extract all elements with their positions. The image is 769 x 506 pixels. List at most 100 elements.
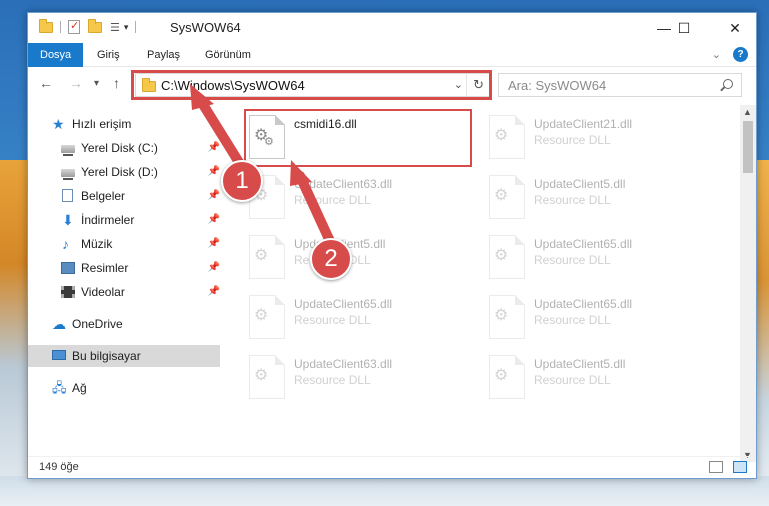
cloud-icon: ☁ xyxy=(52,316,66,332)
gear-icon: ⚙ xyxy=(494,307,509,324)
computer-icon xyxy=(52,350,66,360)
file-name: UpdateClient65.dll xyxy=(534,237,633,251)
tab-home[interactable]: Giriş xyxy=(85,43,132,67)
scroll-up-icon[interactable]: ▲ xyxy=(743,107,752,117)
tab-share[interactable]: Paylaş xyxy=(135,43,192,67)
file-type: Resource DLL xyxy=(294,373,371,387)
search-icon[interactable] xyxy=(723,79,733,89)
scroll-thumb[interactable] xyxy=(743,121,753,173)
sidebar-item-music[interactable]: ♪ Müzik 📌 xyxy=(28,233,220,255)
file-name: UpdateClient63.dll xyxy=(294,357,393,371)
step-badge-1: 1 xyxy=(221,160,263,202)
tab-view[interactable]: Görünüm xyxy=(193,43,263,67)
properties-icon[interactable] xyxy=(68,19,80,34)
new-folder-icon[interactable] xyxy=(88,18,102,33)
sidebar-item-label: Resimler xyxy=(81,261,129,275)
pin-icon[interactable]: 📌 xyxy=(208,281,220,303)
pictures-icon xyxy=(61,262,75,274)
sidebar-item-downloads[interactable]: ⬇ İndirmeler 📌 xyxy=(28,209,220,231)
sidebar-item-label: Videolar xyxy=(81,285,125,299)
sidebar-item-label: İndirmeler xyxy=(81,213,135,227)
sidebar-item-local-disk-d[interactable]: Yerel Disk (D:) 📌 xyxy=(28,161,220,183)
step-badge-2: 2 xyxy=(310,238,352,280)
sidebar-item-quick-access[interactable]: ★ Hızlı erişim xyxy=(28,113,220,135)
forward-arrow-icon[interactable]: → xyxy=(69,75,83,91)
back-arrow-icon[interactable]: ← xyxy=(39,75,53,91)
file-type: Resource DLL xyxy=(534,373,611,387)
file-highlight-box xyxy=(244,109,472,167)
window-title: SysWOW64 xyxy=(170,20,241,35)
file-name: UpdateClient21.dll xyxy=(534,117,633,131)
ribbon-expand-icon[interactable]: ⌄ xyxy=(712,48,721,61)
sidebar-item-onedrive[interactable]: ☁ OneDrive xyxy=(28,313,220,335)
file-item[interactable]: ⚙ UpdateClient65.dll Resource DLL xyxy=(244,291,479,343)
file-item[interactable]: ⚙ UpdateClient5.dll Resource DLL xyxy=(484,171,719,223)
file-name: UpdateClient5.dll xyxy=(534,357,626,371)
tab-file[interactable]: Dosya xyxy=(28,43,84,67)
gear-icon: ⚙ xyxy=(254,247,269,264)
gear-icon: ⚙ xyxy=(494,247,509,264)
explorer-window: ☰ ▾ SysWOW64 — ☐ ✕ Dosya Giriş Paylaş Gö… xyxy=(27,12,757,479)
search-input[interactable]: Ara: SysWOW64 xyxy=(498,73,742,97)
file-name: UpdateClient5.dll xyxy=(534,177,626,191)
file-item[interactable]: ⚙ UpdateClient65.dll Resource DLL xyxy=(484,231,719,283)
navigation-pane: ★ Hızlı erişim Yerel Disk (C:) 📌 Yerel D… xyxy=(28,105,220,455)
video-icon xyxy=(61,286,75,298)
navigation-bar: ← → ▾ ↑ C:\Windows\SysWOW64 ⌄ ↻ Ara: Sys… xyxy=(28,70,756,100)
pin-icon[interactable]: 📌 xyxy=(208,209,220,231)
sidebar-item-label: Ağ xyxy=(72,381,87,395)
sidebar-item-documents[interactable]: Belgeler 📌 xyxy=(28,185,220,207)
file-item[interactable]: ⚙ UpdateClient63.dll Resource DLL xyxy=(244,351,479,403)
title-bar: ☰ ▾ SysWOW64 — ☐ ✕ xyxy=(28,13,756,43)
sidebar-item-local-disk-c[interactable]: Yerel Disk (C:) 📌 xyxy=(28,137,220,159)
gear-icon: ⚙ xyxy=(494,127,509,144)
vertical-scrollbar[interactable]: ▲ ▼ xyxy=(740,105,756,462)
details-view-icon[interactable] xyxy=(709,461,723,473)
gear-icon: ⚙ xyxy=(254,367,269,384)
file-name: UpdateClient63.dll xyxy=(294,177,393,191)
customize-view-icon[interactable]: ☰ xyxy=(110,21,120,34)
search-placeholder: Ara: SysWOW64 xyxy=(508,78,607,93)
quick-access-toolbar: ☰ ▾ xyxy=(39,18,143,34)
file-item[interactable]: ⚙ UpdateClient5.dll Resource DLL xyxy=(244,231,479,283)
gear-icon: ⚙ xyxy=(494,187,509,204)
file-item[interactable]: ⚙ UpdateClient63.dll Resource DLL xyxy=(244,171,479,223)
music-icon: ♪ xyxy=(62,236,69,252)
help-icon[interactable]: ? xyxy=(733,47,748,62)
large-icons-view-icon[interactable] xyxy=(733,461,747,473)
sidebar-item-label: Hızlı erişim xyxy=(72,117,132,131)
file-item[interactable]: ⚙ UpdateClient21.dll Resource DLL xyxy=(484,111,719,163)
ribbon: Dosya Giriş Paylaş Görünüm ⌄ ? xyxy=(28,43,756,67)
file-name: UpdateClient65.dll xyxy=(294,297,393,311)
file-type: Resource DLL xyxy=(534,133,611,147)
sidebar-item-videos[interactable]: Videolar 📌 xyxy=(28,281,220,303)
recent-locations-icon[interactable]: ▾ xyxy=(94,78,99,89)
sidebar-item-label: Bu bilgisayar xyxy=(72,349,141,363)
chevron-down-icon[interactable]: ▾ xyxy=(124,22,129,33)
file-item[interactable]: ⚙ UpdateClient5.dll Resource DLL xyxy=(484,351,719,403)
file-type: Resource DLL xyxy=(534,313,611,327)
pin-icon[interactable]: 📌 xyxy=(208,233,220,255)
item-count: 149 öğe xyxy=(39,461,79,473)
pin-icon[interactable]: 📌 xyxy=(208,185,220,207)
sidebar-item-label: OneDrive xyxy=(72,317,123,331)
toolbar-divider xyxy=(135,21,137,33)
sidebar-item-label: Müzik xyxy=(81,237,113,251)
pin-icon[interactable]: 📌 xyxy=(208,161,220,183)
file-item[interactable]: ⚙ UpdateClient65.dll Resource DLL xyxy=(484,291,719,343)
gear-icon: ⚙ xyxy=(494,367,509,384)
wallpaper-bottom xyxy=(0,476,769,506)
star-icon: ★ xyxy=(52,116,65,132)
close-button[interactable]: ✕ xyxy=(712,13,758,43)
maximize-button[interactable]: ☐ xyxy=(661,13,707,43)
sidebar-item-label: Yerel Disk (D:) xyxy=(81,165,158,179)
drive-icon xyxy=(61,145,75,156)
up-arrow-icon[interactable]: ↑ xyxy=(113,75,120,91)
pin-icon[interactable]: 📌 xyxy=(208,257,220,279)
toolbar-divider xyxy=(60,21,61,33)
sidebar-item-network[interactable]: 🖧 Ağ xyxy=(28,377,220,399)
sidebar-item-pictures[interactable]: Resimler 📌 xyxy=(28,257,220,279)
pin-icon[interactable]: 📌 xyxy=(208,137,220,159)
documents-icon xyxy=(62,189,73,202)
sidebar-item-this-pc[interactable]: Bu bilgisayar xyxy=(28,345,220,367)
